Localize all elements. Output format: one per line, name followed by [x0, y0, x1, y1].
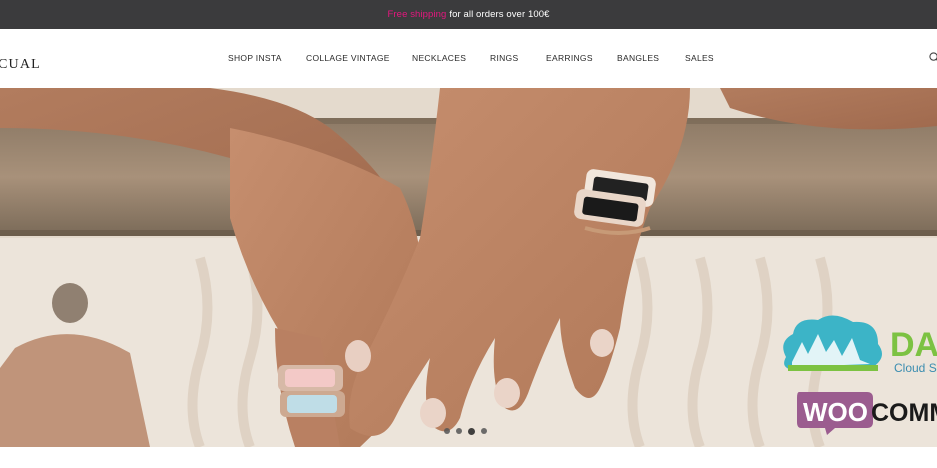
slider-dot-1[interactable] — [444, 428, 450, 434]
nav-item-shop-insta[interactable]: SHOP INSTA — [228, 53, 282, 63]
slider-dot-2[interactable] — [456, 428, 462, 434]
slider-pagination — [444, 427, 487, 435]
nav-item-collage-vintage[interactable]: COLLAGE VINTAGE — [306, 53, 390, 63]
announcement-text: for all orders over 100€ — [449, 9, 550, 20]
dt-brand-subtext: Cloud S — [894, 361, 937, 375]
woocommerce-watermark: WOO COMM — [797, 392, 937, 435]
comm-text: COMM — [871, 399, 937, 427]
nav-item-earrings[interactable]: EARRINGS — [546, 53, 593, 63]
nav-item-rings[interactable]: RINGS — [490, 53, 518, 63]
announcement-bar: Free shipping for all orders over 100€ — [0, 0, 937, 29]
slider-dot-3[interactable] — [468, 427, 475, 435]
free-shipping-highlight[interactable]: Free shipping — [388, 9, 447, 20]
dt-brand-text: DA — [890, 326, 937, 364]
woo-text: WOO — [803, 397, 868, 427]
main-nav: SHOP INSTA COLLAGE VINTAGE NECKLACES RIN… — [0, 53, 937, 67]
slider-dot-4[interactable] — [481, 428, 487, 434]
nav-item-sales[interactable]: SALES — [685, 53, 714, 63]
site-header: CUAL SHOP INSTA COLLAGE VINTAGE NECKLACE… — [0, 29, 937, 88]
nav-item-bangles[interactable]: BANGLES — [617, 53, 659, 63]
search-icon[interactable] — [929, 52, 937, 63]
dreamteam-watermark: DA Cloud S — [783, 315, 937, 375]
nav-item-necklaces[interactable]: NECKLACES — [412, 53, 466, 63]
page-bottom — [0, 447, 937, 468]
